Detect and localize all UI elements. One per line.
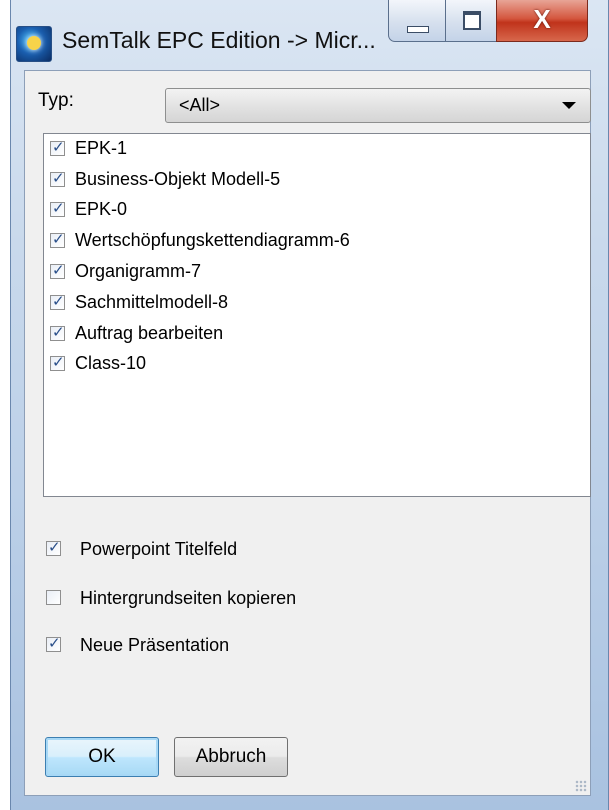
list-item-checkbox[interactable] — [50, 230, 65, 248]
list-item-label: EPK-1 — [75, 138, 128, 158]
close-button[interactable]: X — [496, 0, 588, 42]
window-title: SemTalk EPC Edition -> Micr... — [62, 27, 376, 53]
typ-selected-value: <All> — [179, 95, 221, 115]
model-listbox[interactable]: EPK-1 Business-Objekt Modell-5 EPK-0 Wer… — [43, 133, 591, 497]
chevron-down-icon — [562, 102, 576, 109]
list-item-checkbox[interactable] — [50, 199, 65, 217]
list-item-checkbox[interactable] — [50, 353, 65, 371]
list-item-checkbox[interactable] — [50, 323, 65, 341]
list-item-checkbox[interactable] — [50, 138, 65, 156]
minimize-button[interactable] — [388, 0, 446, 42]
list-item-label: Sachmittelmodell-8 — [75, 292, 229, 312]
list-item-label: EPK-0 — [75, 199, 128, 219]
maximize-button[interactable] — [445, 0, 497, 42]
option-checkbox[interactable] — [46, 590, 61, 605]
list-item-label: Wertschöpfungskettendiagramm-6 — [75, 230, 350, 250]
ok-button[interactable]: OK — [45, 737, 159, 777]
option-checkbox[interactable] — [46, 538, 61, 556]
option-label: Neue Präsentation — [80, 635, 230, 655]
close-icon: X — [533, 4, 551, 34]
option-label: Hintergrundseiten kopieren — [80, 588, 297, 608]
typ-label: Typ: — [38, 90, 74, 111]
list-item-label: Business-Objekt Modell-5 — [75, 169, 281, 189]
option-label: Powerpoint Titelfeld — [80, 539, 238, 559]
list-item-checkbox[interactable] — [50, 261, 65, 279]
list-item-checkbox[interactable] — [50, 292, 65, 310]
resize-grip-icon[interactable] — [575, 780, 587, 792]
maximize-icon — [463, 11, 481, 30]
list-item-label: Organigramm-7 — [75, 261, 202, 281]
cancel-button[interactable]: Abbruch — [174, 737, 288, 777]
minimize-icon — [407, 26, 429, 33]
list-item-checkbox[interactable] — [50, 169, 65, 187]
list-item-label: Auftrag bearbeiten — [75, 323, 224, 343]
option-checkbox[interactable] — [46, 634, 61, 652]
list-item-label: Class-10 — [75, 353, 147, 373]
typ-dropdown[interactable]: <All> — [165, 88, 591, 123]
app-icon[interactable] — [16, 26, 52, 62]
